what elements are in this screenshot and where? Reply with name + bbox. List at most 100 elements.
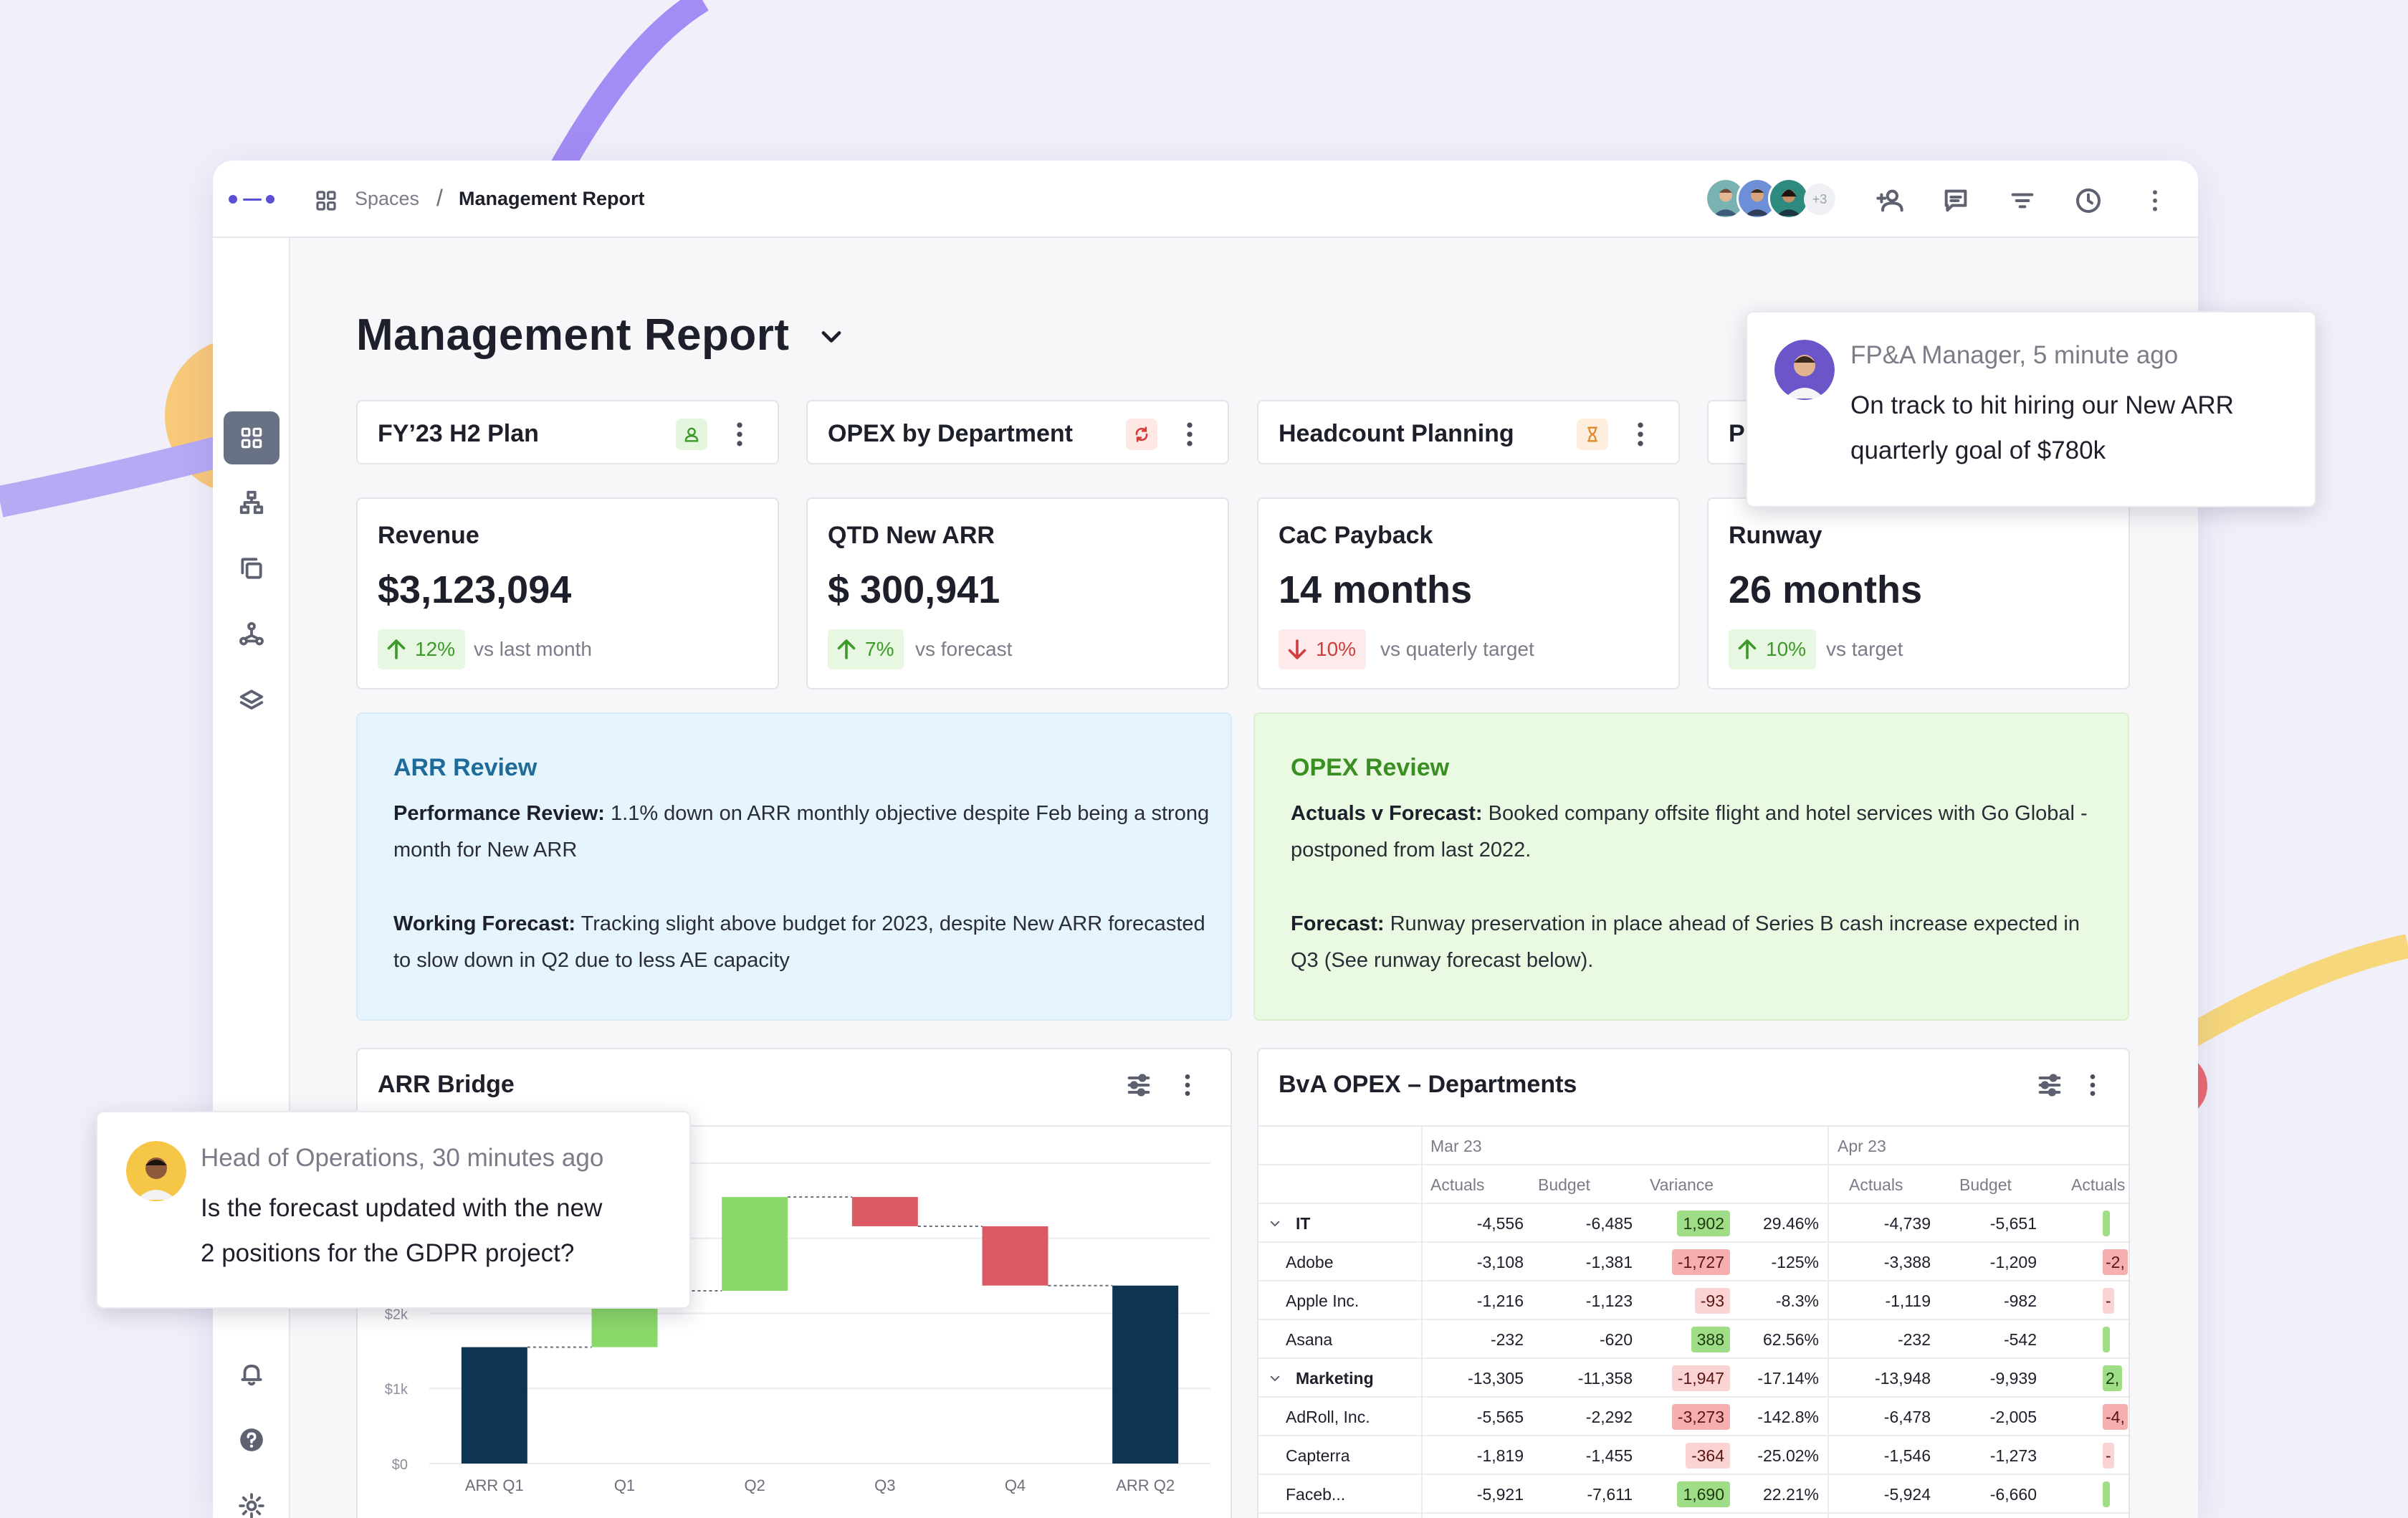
table-row[interactable]: Asana -232 -620 388 62.56% -232 -542 bbox=[1258, 1320, 2128, 1359]
tab-label: P bbox=[1729, 420, 1745, 447]
x-tick-label: ARR Q1 bbox=[465, 1476, 524, 1494]
arrow-up-icon bbox=[387, 639, 406, 659]
table-row[interactable]: Apple Inc. -1,216 -1,123 -93 -8.3% -1,119 -982… bbox=[1258, 1281, 2128, 1320]
arr-review-label-1: Performance Review: bbox=[393, 802, 605, 825]
kpi-note: vs quaterly target bbox=[1380, 638, 1534, 660]
table-row[interactable]: Capterra -1,819 -1,455 -364 -25.02% -1,546 -1,… bbox=[1258, 1436, 2128, 1475]
sidebar-item-hierarchy[interactable] bbox=[224, 476, 280, 529]
row-label: Faceb... bbox=[1286, 1485, 1346, 1504]
column-header: Variance bbox=[1650, 1175, 1714, 1194]
comments-icon[interactable] bbox=[1941, 186, 1970, 215]
column-divider bbox=[1828, 1127, 1829, 1518]
tab-fy23-h2-plan[interactable]: FY’23 H2 Plan bbox=[356, 400, 779, 464]
opex-review-box[interactable]: OPEX Review Actuals v Forecast: Booked c… bbox=[1253, 712, 2129, 1021]
cell-budget: -6,485 bbox=[1585, 1214, 1633, 1233]
chart-bar-decrease[interactable] bbox=[851, 1197, 918, 1226]
kpi-card-qtd-new-arr: QTD New ARR $ 300,941 7% vs forecast bbox=[806, 497, 1229, 689]
breadcrumb-spaces-link[interactable]: Spaces bbox=[355, 188, 419, 210]
table-row[interactable]: AdRoll, Inc. -5,565 -2,292 -3,273 -142.8% -6,… bbox=[1258, 1398, 2128, 1436]
comment-card-fpa-manager[interactable]: FP&A Manager, 5 minute ago On track to h… bbox=[1746, 311, 2316, 507]
history-clock-icon[interactable] bbox=[2074, 186, 2103, 215]
more-options-icon[interactable] bbox=[2141, 186, 2169, 215]
cell-variance: -1,947 bbox=[1671, 1365, 1730, 1391]
filter-icon[interactable] bbox=[2008, 186, 2037, 215]
add-user-icon[interactable] bbox=[1876, 186, 1904, 215]
cell-actuals: -4,556 bbox=[1476, 1214, 1524, 1233]
cell-variance-pct: 22.21% bbox=[1762, 1485, 1819, 1504]
sidebar-item-notifications[interactable] bbox=[224, 1347, 280, 1400]
help-icon bbox=[240, 1428, 263, 1451]
x-tick-label: ARR Q2 bbox=[1116, 1476, 1175, 1494]
sidebar-item-dashboard[interactable] bbox=[224, 411, 280, 464]
cell-actuals: -13,305 bbox=[1467, 1369, 1524, 1388]
settings-sliders-icon[interactable] bbox=[2035, 1071, 2064, 1099]
bva-opex-panel: BvA OPEX – Departments Mar 23 Apr 23 Act… bbox=[1257, 1048, 2130, 1518]
breadcrumb-separator: / bbox=[436, 185, 443, 211]
kpi-title: QTD New ARR bbox=[828, 522, 995, 549]
arrow-up-icon bbox=[837, 639, 856, 659]
arr-review-box[interactable]: ARR Review Performance Review: 1.1% down… bbox=[356, 712, 1232, 1021]
arr-review-label-2: Working Forecast: bbox=[393, 912, 576, 935]
sidebar-item-help[interactable] bbox=[224, 1413, 280, 1466]
panel-more-icon[interactable] bbox=[2084, 1071, 2101, 1099]
tab-label: FY’23 H2 Plan bbox=[378, 420, 539, 447]
panel-more-icon[interactable] bbox=[1179, 1071, 1196, 1099]
chevron-down-icon[interactable] bbox=[1268, 1217, 1281, 1230]
cell-variance-pct: -125% bbox=[1771, 1253, 1819, 1271]
chart-bar-total[interactable] bbox=[461, 1347, 527, 1464]
cell-budget: -542 bbox=[2003, 1330, 2037, 1349]
comment-meta: Head of Operations, 30 minutes ago bbox=[201, 1144, 604, 1172]
kpi-note: vs last month bbox=[474, 638, 592, 660]
refresh-icon bbox=[1126, 419, 1157, 450]
chevron-down-icon[interactable] bbox=[1268, 1372, 1281, 1385]
breadcrumb-current: Management Report bbox=[459, 188, 645, 209]
comment-text-line-2: quarterly goal of $780k bbox=[1850, 436, 2106, 464]
chart-bar-decrease[interactable] bbox=[982, 1226, 1048, 1286]
more-collaborators-badge[interactable]: +3 bbox=[1804, 183, 1835, 215]
sidebar-item-layers[interactable] bbox=[224, 674, 280, 727]
tab-more-icon[interactable] bbox=[1179, 419, 1200, 450]
kpi-delta-badge: 7% bbox=[828, 629, 904, 669]
kpi-delta-badge: 10% bbox=[1279, 629, 1367, 669]
settings-sliders-icon[interactable] bbox=[1124, 1071, 1153, 1099]
x-tick-label: Q2 bbox=[744, 1476, 765, 1494]
cell-variance: 1,690 bbox=[1677, 1481, 1730, 1507]
table-period-header: Mar 23 Apr 23 bbox=[1258, 1127, 2128, 1165]
arr-review-paragraph-2: Working Forecast: Tracking slight above … bbox=[393, 906, 1210, 979]
chevron-down-icon[interactable] bbox=[816, 321, 847, 353]
table-row[interactable]: Adobe -3,108 -1,381 -1,727 -125% -3,388 -1,209… bbox=[1258, 1243, 2128, 1281]
top-bar: Spaces / Management Report +3 bbox=[213, 161, 2198, 238]
app-logo[interactable] bbox=[229, 192, 276, 206]
hierarchy-icon bbox=[239, 490, 264, 515]
table-row[interactable]: Marketing -13,305 -11,358 -1,947 -17.14% -13,… bbox=[1258, 1359, 2128, 1398]
cell-budget: -982 bbox=[2003, 1292, 2037, 1310]
kpi-delta-badge: 10% bbox=[1729, 629, 1817, 669]
row-label: Asana bbox=[1286, 1330, 1333, 1349]
comment-card-head-of-operations[interactable]: Head of Operations, 30 minutes ago Is th… bbox=[96, 1111, 691, 1309]
tab-more-icon[interactable] bbox=[1630, 419, 1651, 450]
copy-pages-icon bbox=[241, 558, 262, 579]
chart-bar-increase[interactable] bbox=[722, 1197, 788, 1292]
kpi-value: $ 300,941 bbox=[828, 568, 1000, 611]
cell-variance-pct: -17.14% bbox=[1757, 1369, 1819, 1388]
spaces-grid-icon[interactable] bbox=[315, 189, 338, 212]
tab-label: OPEX by Department bbox=[828, 420, 1073, 447]
sidebar-item-settings[interactable] bbox=[224, 1479, 280, 1518]
cell-actuals: -4,739 bbox=[1883, 1214, 1931, 1233]
tab-opex-by-department[interactable]: OPEX by Department bbox=[806, 400, 1229, 464]
tab-more-icon[interactable] bbox=[729, 419, 750, 450]
table-row[interactable]: Faceb... -5,921 -7,611 1,690 22.21% -5,924 -6,… bbox=[1258, 1475, 2128, 1514]
tab-headcount-planning[interactable]: Headcount Planning bbox=[1257, 400, 1680, 464]
period-label: Mar 23 bbox=[1430, 1137, 1482, 1155]
arrow-down-icon bbox=[1288, 639, 1306, 659]
chart-bar-total[interactable] bbox=[1112, 1285, 1179, 1464]
cell-actuals-partial bbox=[2103, 1211, 2110, 1236]
sidebar-item-integrations[interactable] bbox=[224, 608, 280, 661]
sidebar-item-pages[interactable] bbox=[224, 542, 280, 595]
table-row[interactable]: IT -4,556 -6,485 1,902 29.46% -4,739 -5,651 bbox=[1258, 1204, 2128, 1243]
cell-variance: 388 bbox=[1691, 1327, 1730, 1352]
cell-budget: -2,292 bbox=[1585, 1408, 1633, 1426]
kpi-delta-badge: 12% bbox=[378, 629, 466, 669]
comment-text-line-1: Is the forecast updated with the new bbox=[201, 1194, 603, 1222]
cell-budget: -1,455 bbox=[1585, 1446, 1633, 1465]
